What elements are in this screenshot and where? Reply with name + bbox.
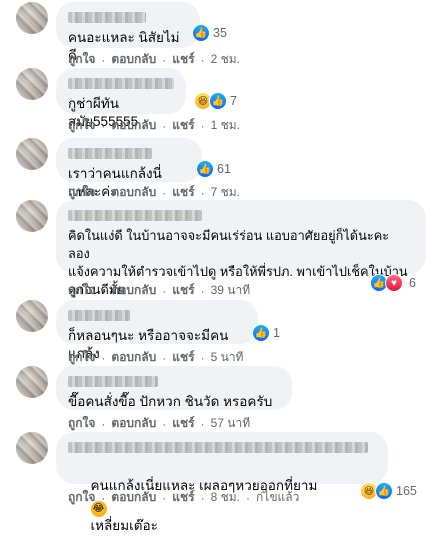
reply-link[interactable]: ตอบกลับ (111, 50, 156, 69)
commenter-name-redacted[interactable] (68, 310, 130, 321)
reply-link[interactable]: ตอบกลับ (111, 488, 156, 507)
share-link[interactable]: แชร์ (172, 414, 194, 433)
avatar[interactable] (16, 200, 48, 232)
like-link[interactable]: ถูกใจ (68, 488, 95, 507)
timestamp[interactable]: 5 นาที (211, 348, 244, 367)
comment-actions: ถูกใจ · ตอบกลับ · แชร์ · 39 นาที (68, 281, 250, 300)
reaction-count: 165 (396, 484, 417, 498)
reply-link[interactable]: ตอบกลับ (111, 116, 156, 135)
like-reaction-icon: 👍 (375, 482, 393, 500)
commenter-name-redacted[interactable] (68, 12, 146, 23)
commenter-name-redacted[interactable] (68, 78, 174, 89)
comment-text-tail: เหลี่ยมเต๊อะ (90, 518, 158, 533)
timestamp[interactable]: 57 นาที (211, 414, 251, 433)
reaction-count: 61 (217, 162, 231, 176)
avatar[interactable] (16, 432, 48, 464)
comment-bubble: เราว่าคนแกล้งนี่แหละค่ะ (56, 138, 202, 199)
reaction-count: 1 (273, 326, 280, 340)
comment-bubble: คิดในแง่ดี ในบ้านอาจจะมีคนเร่ร่อน แอบอาศ… (56, 200, 426, 297)
like-link[interactable]: ถูกใจ (68, 348, 95, 367)
comment-actions: ถูกใจ · ตอบกลับ · แชร์ · 8 ชม. · ก่ไขแล้ว (68, 488, 299, 507)
reply-link[interactable]: ตอบกลับ (111, 348, 156, 367)
share-link[interactable]: แชร์ (172, 348, 194, 367)
share-link[interactable]: แชร์ (172, 50, 194, 69)
timestamp[interactable]: 2 ชม. (211, 50, 240, 69)
timestamp[interactable]: 39 นาที (211, 281, 251, 300)
share-link[interactable]: แชร์ (172, 488, 194, 507)
share-link[interactable]: แชร์ (172, 281, 194, 300)
like-reaction-icon: 👍 (192, 24, 210, 42)
comment-actions: ถูกใจ · ตอบกลับ · แชร์ · 5 นาที (68, 348, 243, 367)
avatar[interactable] (16, 2, 48, 34)
avatar[interactable] (16, 366, 48, 398)
avatar[interactable] (16, 138, 48, 170)
avatar[interactable] (16, 300, 48, 332)
like-link[interactable]: ถูกใจ (68, 50, 95, 69)
reply-link[interactable]: ตอบกลับ (111, 281, 156, 300)
like-reaction-icon: 👍 (209, 92, 227, 110)
edited-label[interactable]: ก่ไขแล้ว (256, 488, 299, 507)
like-reaction-icon: 👍 (252, 324, 270, 342)
comment-actions: ถูกใจ · ตอบกลับ · แชร์ · 1 ชม. (68, 116, 240, 135)
commenter-name-redacted[interactable] (68, 148, 152, 159)
reply-link[interactable]: ตอบกลับ (111, 414, 156, 433)
commenter-name-redacted[interactable] (68, 376, 158, 387)
comment-bubble: คนอะแหละ นิสัยไม่ดี (56, 2, 200, 63)
reaction-count: 6 (409, 276, 416, 290)
love-reaction-icon: ♥ (385, 274, 403, 292)
timestamp[interactable]: 1 ชม. (211, 116, 240, 135)
comment-bubble: ขื๊อคนสั่งขื๊อ ปักหวก ชินวัด หรอครับ (56, 366, 292, 410)
reaction-summary[interactable]: 😆 👍 7 (194, 92, 237, 110)
comment-bubble: คนแกล้งเนี่ยแหละ เผลอๆหวยออกที่ยาม 😂 เหล… (56, 432, 388, 533)
comment-bubble: ก็หลอนๆนะ หรืออาจจะมีคนแกล้ง (56, 300, 258, 361)
comment-text: ขื๊อคนสั่งขื๊อ ปักหวก ชินวัด หรอครับ (68, 394, 273, 409)
like-link[interactable]: ถูกใจ (68, 116, 95, 135)
reaction-summary[interactable]: 😆 👍 165 (360, 482, 417, 500)
reaction-summary[interactable]: 👍 35 (192, 24, 227, 42)
comment-actions: ถูกใจ · ตอบกลับ · แชร์ · 57 นาที (68, 414, 250, 433)
comment-actions: ถูกใจ · ตอบกลับ · แชร์ · 2 ชม. (68, 50, 240, 69)
timestamp[interactable]: 8 ชม. (211, 488, 240, 507)
reaction-summary[interactable]: 👍 ♥ 6 (370, 274, 416, 292)
like-reaction-icon: 👍 (196, 160, 214, 178)
avatar[interactable] (16, 68, 48, 100)
reaction-summary[interactable]: 👍 1 (252, 324, 280, 342)
reaction-count: 7 (230, 94, 237, 108)
like-link[interactable]: ถูกใจ (68, 414, 95, 433)
commenter-name-redacted[interactable] (68, 210, 202, 221)
share-link[interactable]: แชร์ (172, 116, 194, 135)
reaction-count: 35 (213, 26, 227, 40)
reaction-summary[interactable]: 👍 61 (196, 160, 231, 178)
like-link[interactable]: ถูกใจ (68, 281, 95, 300)
comment-bubble: กูช่าผีทันสมัย555555 (56, 68, 186, 129)
commenter-name-redacted[interactable] (68, 442, 368, 453)
